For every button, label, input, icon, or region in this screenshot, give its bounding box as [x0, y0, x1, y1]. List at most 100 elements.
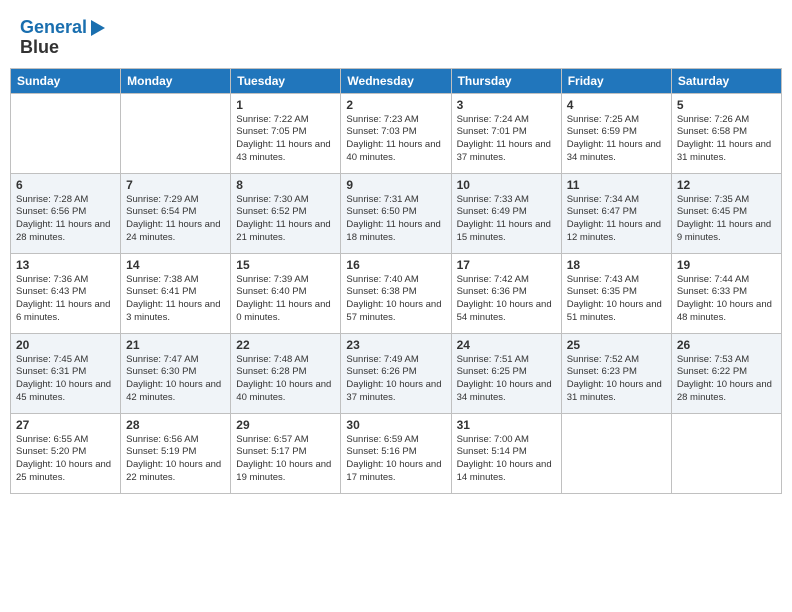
day-info: Sunrise: 7:49 AM Sunset: 6:26 PM Dayligh… [346, 354, 445, 405]
day-number: 20 [16, 338, 115, 352]
day-info: Sunrise: 7:28 AM Sunset: 6:56 PM Dayligh… [16, 194, 115, 245]
calendar-cell: 21 Sunrise: 7:47 AM Sunset: 6:30 PM Dayli… [121, 333, 231, 413]
calendar-cell: 31 Sunrise: 7:00 AM Sunset: 5:14 PM Dayli… [451, 413, 561, 493]
day-info: Sunrise: 7:42 AM Sunset: 6:36 PM Dayligh… [457, 274, 556, 325]
day-number: 26 [677, 338, 776, 352]
day-number: 18 [567, 258, 666, 272]
logo-blue: Blue [20, 38, 59, 58]
calendar-cell: 25 Sunrise: 7:52 AM Sunset: 6:23 PM Dayli… [561, 333, 671, 413]
day-number: 17 [457, 258, 556, 272]
day-header-tuesday: Tuesday [231, 68, 341, 93]
day-info: Sunrise: 7:44 AM Sunset: 6:33 PM Dayligh… [677, 274, 776, 325]
day-info: Sunrise: 7:51 AM Sunset: 6:25 PM Dayligh… [457, 354, 556, 405]
day-info: Sunrise: 7:48 AM Sunset: 6:28 PM Dayligh… [236, 354, 335, 405]
day-info: Sunrise: 7:53 AM Sunset: 6:22 PM Dayligh… [677, 354, 776, 405]
day-number: 19 [677, 258, 776, 272]
day-info: Sunrise: 7:35 AM Sunset: 6:45 PM Dayligh… [677, 194, 776, 245]
logo-text: General [20, 18, 87, 38]
logo-arrow-icon [91, 20, 105, 36]
calendar-cell: 20 Sunrise: 7:45 AM Sunset: 6:31 PM Dayli… [11, 333, 121, 413]
calendar-cell: 17 Sunrise: 7:42 AM Sunset: 6:36 PM Dayli… [451, 253, 561, 333]
day-number: 14 [126, 258, 225, 272]
calendar-cell: 14 Sunrise: 7:38 AM Sunset: 6:41 PM Dayli… [121, 253, 231, 333]
day-header-sunday: Sunday [11, 68, 121, 93]
calendar-cell: 23 Sunrise: 7:49 AM Sunset: 6:26 PM Dayli… [341, 333, 451, 413]
day-number: 7 [126, 178, 225, 192]
calendar-week-3: 13Sunrise: 7:36 AM Sunset: 6:43 PM Dayli… [11, 253, 782, 333]
day-info: Sunrise: 7:23 AM Sunset: 7:03 PM Dayligh… [346, 114, 445, 165]
day-number: 24 [457, 338, 556, 352]
day-info: Sunrise: 7:33 AM Sunset: 6:49 PM Dayligh… [457, 194, 556, 245]
day-number: 11 [567, 178, 666, 192]
day-number: 16 [346, 258, 445, 272]
day-info: Sunrise: 7:34 AM Sunset: 6:47 PM Dayligh… [567, 194, 666, 245]
calendar-cell: 19 Sunrise: 7:44 AM Sunset: 6:33 PM Dayli… [671, 253, 781, 333]
day-number: 3 [457, 98, 556, 112]
calendar-week-1: 1Sunrise: 7:22 AM Sunset: 7:05 PM Daylig… [11, 93, 782, 173]
day-info: Sunrise: 7:47 AM Sunset: 6:30 PM Dayligh… [126, 354, 225, 405]
day-number: 12 [677, 178, 776, 192]
day-number: 5 [677, 98, 776, 112]
day-info: Sunrise: 7:43 AM Sunset: 6:35 PM Dayligh… [567, 274, 666, 325]
day-info: Sunrise: 7:25 AM Sunset: 6:59 PM Dayligh… [567, 114, 666, 165]
day-number: 8 [236, 178, 335, 192]
day-info: Sunrise: 7:24 AM Sunset: 7:01 PM Dayligh… [457, 114, 556, 165]
calendar-cell: 8 Sunrise: 7:30 AM Sunset: 6:52 PM Daylig… [231, 173, 341, 253]
day-number: 2 [346, 98, 445, 112]
day-info: Sunrise: 7:45 AM Sunset: 6:31 PM Dayligh… [16, 354, 115, 405]
day-info: Sunrise: 6:57 AM Sunset: 5:17 PM Dayligh… [236, 434, 335, 485]
page-header: General Blue [10, 10, 782, 64]
day-number: 23 [346, 338, 445, 352]
day-number: 22 [236, 338, 335, 352]
day-info: Sunrise: 7:26 AM Sunset: 6:58 PM Dayligh… [677, 114, 776, 165]
calendar-cell: 29 Sunrise: 6:57 AM Sunset: 5:17 PM Dayli… [231, 413, 341, 493]
day-number: 30 [346, 418, 445, 432]
calendar-cell: 16 Sunrise: 7:40 AM Sunset: 6:38 PM Dayli… [341, 253, 451, 333]
day-number: 4 [567, 98, 666, 112]
calendar-cell: 18 Sunrise: 7:43 AM Sunset: 6:35 PM Dayli… [561, 253, 671, 333]
day-header-friday: Friday [561, 68, 671, 93]
day-info: Sunrise: 7:29 AM Sunset: 6:54 PM Dayligh… [126, 194, 225, 245]
day-number: 9 [346, 178, 445, 192]
calendar-cell: 5 Sunrise: 7:26 AM Sunset: 6:58 PM Daylig… [671, 93, 781, 173]
day-number: 25 [567, 338, 666, 352]
day-info: Sunrise: 7:30 AM Sunset: 6:52 PM Dayligh… [236, 194, 335, 245]
day-info: Sunrise: 7:00 AM Sunset: 5:14 PM Dayligh… [457, 434, 556, 485]
calendar-cell [121, 93, 231, 173]
day-number: 1 [236, 98, 335, 112]
calendar-week-4: 20 Sunrise: 7:45 AM Sunset: 6:31 PM Dayli… [11, 333, 782, 413]
logo: General Blue [20, 18, 105, 58]
calendar-cell: 7 Sunrise: 7:29 AM Sunset: 6:54 PM Daylig… [121, 173, 231, 253]
calendar-week-2: 6Sunrise: 7:28 AM Sunset: 6:56 PM Daylig… [11, 173, 782, 253]
calendar-cell [11, 93, 121, 173]
calendar-cell [561, 413, 671, 493]
day-info: Sunrise: 6:56 AM Sunset: 5:19 PM Dayligh… [126, 434, 225, 485]
day-number: 21 [126, 338, 225, 352]
day-number: 28 [126, 418, 225, 432]
calendar-cell: 2 Sunrise: 7:23 AM Sunset: 7:03 PM Daylig… [341, 93, 451, 173]
calendar-table: SundayMondayTuesdayWednesdayThursdayFrid… [10, 68, 782, 494]
day-header-thursday: Thursday [451, 68, 561, 93]
calendar-cell: 6Sunrise: 7:28 AM Sunset: 6:56 PM Daylig… [11, 173, 121, 253]
day-info: Sunrise: 7:40 AM Sunset: 6:38 PM Dayligh… [346, 274, 445, 325]
day-info: Sunrise: 7:38 AM Sunset: 6:41 PM Dayligh… [126, 274, 225, 325]
calendar-cell: 12 Sunrise: 7:35 AM Sunset: 6:45 PM Dayli… [671, 173, 781, 253]
day-number: 31 [457, 418, 556, 432]
calendar-cell: 22 Sunrise: 7:48 AM Sunset: 6:28 PM Dayli… [231, 333, 341, 413]
calendar-cell: 4 Sunrise: 7:25 AM Sunset: 6:59 PM Daylig… [561, 93, 671, 173]
calendar-cell: 15Sunrise: 7:39 AM Sunset: 6:40 PM Dayli… [231, 253, 341, 333]
calendar-cell: 13Sunrise: 7:36 AM Sunset: 6:43 PM Dayli… [11, 253, 121, 333]
calendar-week-5: 27Sunrise: 6:55 AM Sunset: 5:20 PM Dayli… [11, 413, 782, 493]
day-info: Sunrise: 7:36 AM Sunset: 6:43 PM Dayligh… [16, 274, 115, 325]
calendar-cell: 11 Sunrise: 7:34 AM Sunset: 6:47 PM Dayli… [561, 173, 671, 253]
calendar-cell: 9Sunrise: 7:31 AM Sunset: 6:50 PM Daylig… [341, 173, 451, 253]
day-number: 29 [236, 418, 335, 432]
calendar-cell: 24 Sunrise: 7:51 AM Sunset: 6:25 PM Dayli… [451, 333, 561, 413]
day-number: 10 [457, 178, 556, 192]
calendar-cell: 10 Sunrise: 7:33 AM Sunset: 6:49 PM Dayli… [451, 173, 561, 253]
day-header-saturday: Saturday [671, 68, 781, 93]
calendar-cell: 3 Sunrise: 7:24 AM Sunset: 7:01 PM Daylig… [451, 93, 561, 173]
day-info: Sunrise: 7:52 AM Sunset: 6:23 PM Dayligh… [567, 354, 666, 405]
day-info: Sunrise: 7:39 AM Sunset: 6:40 PM Dayligh… [236, 274, 335, 325]
calendar-cell: 27Sunrise: 6:55 AM Sunset: 5:20 PM Dayli… [11, 413, 121, 493]
